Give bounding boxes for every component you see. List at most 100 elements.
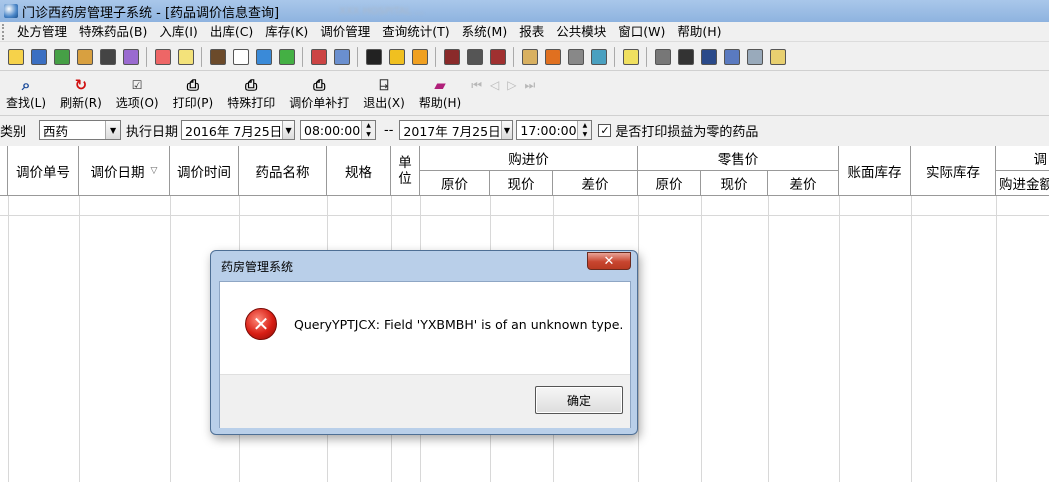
quick-icon[interactable] xyxy=(8,48,24,65)
quick-icon[interactable] xyxy=(655,48,671,65)
start-time-value: 08:00:00 xyxy=(304,122,361,138)
ok-button[interactable]: 确定 xyxy=(535,386,623,414)
menu-system[interactable]: 系统(M) xyxy=(456,22,514,42)
quick-icon[interactable] xyxy=(724,48,740,65)
col-header-retail-current[interactable]: 现价 xyxy=(701,171,768,196)
quick-icon[interactable] xyxy=(233,48,249,65)
quick-icon[interactable] xyxy=(522,48,538,65)
quick-icon[interactable] xyxy=(366,48,382,65)
menu-special-drugs[interactable]: 特殊药品(B) xyxy=(73,22,153,42)
col-header-adjust-group[interactable]: 调 xyxy=(996,146,1049,171)
quick-icon[interactable] xyxy=(77,48,93,65)
col-header-adjust-no[interactable]: 调价单号 xyxy=(8,146,79,196)
quick-icon[interactable] xyxy=(311,48,327,65)
quick-icon[interactable] xyxy=(100,48,116,65)
col-header-id[interactable] xyxy=(0,146,8,196)
menu-reports[interactable]: 报表 xyxy=(513,22,550,42)
quick-icon[interactable] xyxy=(389,48,405,65)
col-header-retail-diff[interactable]: 差价 xyxy=(768,171,839,196)
col-header-purchase-price[interactable]: 购进价 xyxy=(420,146,638,171)
quick-icon[interactable] xyxy=(155,48,171,65)
toolbar-separator xyxy=(646,46,647,67)
find-button[interactable]: ⌕ 查找(L) xyxy=(6,76,46,115)
refresh-button[interactable]: ↻ 刷新(R) xyxy=(60,76,102,115)
prev-record-icon[interactable]: ◁ xyxy=(490,78,499,93)
menu-inbound[interactable]: 入库(I) xyxy=(153,22,203,42)
menu-bar: 处方管理 特殊药品(B) 入库(I) 出库(C) 库存(K) 调价管理 查询统计… xyxy=(0,22,1049,42)
start-date-picker[interactable]: 2016年 7月25日 ▼ xyxy=(181,120,296,140)
quick-icon[interactable] xyxy=(123,48,139,65)
quick-icon[interactable] xyxy=(770,48,786,65)
category-select[interactable]: 西药 ▼ xyxy=(39,120,122,140)
quick-icon[interactable] xyxy=(490,48,506,65)
dialog-body: ✕ QueryYPTJCX: Field 'YXBMBH' is of an u… xyxy=(219,281,631,428)
col-header-actual-stock[interactable]: 实际库存 xyxy=(911,146,996,196)
quick-icon[interactable] xyxy=(334,48,350,65)
quick-icon[interactable] xyxy=(31,48,47,65)
end-time-field[interactable]: 17:00:00 ▲ ▼ xyxy=(516,120,593,140)
reprint-adjustment-label: 调价单补打 xyxy=(289,96,350,110)
col-header-adjust-date[interactable]: 调价日期 ▽ xyxy=(79,146,170,196)
record-navigator: ⏮ ◁ ▷ ⏭ xyxy=(471,78,535,115)
menu-common[interactable]: 公共模块 xyxy=(550,22,612,42)
sort-down-icon[interactable]: ▽ xyxy=(151,166,158,176)
quick-icon[interactable] xyxy=(178,48,194,65)
quick-icon[interactable] xyxy=(623,48,639,65)
col-header-purchase-original[interactable]: 原价 xyxy=(420,171,490,196)
grid-row-divider xyxy=(0,215,1049,216)
menu-window[interactable]: 窗口(W) xyxy=(612,22,671,42)
quick-icon[interactable] xyxy=(467,48,483,65)
quick-icon[interactable] xyxy=(591,48,607,65)
chevron-down-icon[interactable]: ▼ xyxy=(105,121,121,139)
quick-icon[interactable] xyxy=(256,48,272,65)
menu-query-stats[interactable]: 查询统计(T) xyxy=(376,22,455,42)
start-time-field[interactable]: 08:00:00 ▲ ▼ xyxy=(300,120,377,140)
toolbar-separator xyxy=(201,46,202,67)
col-header-purchase-current[interactable]: 现价 xyxy=(490,171,553,196)
col-header-purchase-diff[interactable]: 差价 xyxy=(553,171,638,196)
chevron-down-icon[interactable]: ▼ xyxy=(500,121,513,139)
quick-icon[interactable] xyxy=(412,48,428,65)
col-header-book-stock[interactable]: 账面库存 xyxy=(839,146,911,196)
quick-icon[interactable] xyxy=(568,48,584,65)
menu-help[interactable]: 帮助(H) xyxy=(671,22,727,42)
col-header-purchase-amount[interactable]: 购进金额 xyxy=(996,171,1049,196)
col-header-unit[interactable]: 单位 xyxy=(391,146,420,196)
help-button[interactable]: ▰ 帮助(H) xyxy=(419,76,461,115)
quick-icon[interactable] xyxy=(279,48,295,65)
quick-icon[interactable] xyxy=(54,48,70,65)
col-header-retail-original[interactable]: 原价 xyxy=(638,171,701,196)
quick-icon[interactable] xyxy=(545,48,561,65)
chevron-down-icon[interactable]: ▼ xyxy=(282,121,295,139)
print-button[interactable]: ⎙ 打印(P) xyxy=(173,76,214,115)
quick-icon[interactable] xyxy=(678,48,694,65)
col-header-drug-name[interactable]: 药品名称 xyxy=(239,146,327,196)
first-record-icon[interactable]: ⏮ xyxy=(471,78,482,93)
col-header-retail-price[interactable]: 零售价 xyxy=(638,146,839,171)
print-zero-checkbox[interactable]: ✓ xyxy=(598,123,612,137)
quick-icon[interactable] xyxy=(747,48,763,65)
quick-icon[interactable] xyxy=(210,48,226,65)
quick-icon[interactable] xyxy=(444,48,460,65)
special-print-button[interactable]: ⎙ 特殊打印 xyxy=(227,76,275,115)
grid-col-divider xyxy=(170,196,171,482)
menu-price-adjust[interactable]: 调价管理 xyxy=(314,22,376,42)
menu-prescription[interactable]: 处方管理 xyxy=(11,22,73,42)
next-record-icon[interactable]: ▷ xyxy=(507,78,516,93)
menu-outbound[interactable]: 出库(C) xyxy=(204,22,259,42)
find-label: 查找(L) xyxy=(6,96,47,110)
close-button[interactable]: ✕ xyxy=(587,252,631,270)
end-date-picker[interactable]: 2017年 7月25日 ▼ xyxy=(399,120,514,140)
time-spinner-icon[interactable]: ▲ ▼ xyxy=(577,121,592,139)
col-header-adjust-time[interactable]: 调价时间 xyxy=(170,146,239,196)
exit-button[interactable]: ⍈ 退出(X) xyxy=(363,76,405,115)
options-button[interactable]: ☑ 选项(O) xyxy=(116,76,159,115)
col-header-spec[interactable]: 规格 xyxy=(327,146,391,196)
action-toolbar: ⌕ 查找(L) ↻ 刷新(R) ☑ 选项(O) ⎙ 打印(P) ⎙ 特殊打印 ⎙… xyxy=(0,72,1049,116)
time-spinner-icon[interactable]: ▲ ▼ xyxy=(361,121,376,139)
printer-icon: ⎙ xyxy=(245,76,258,94)
menu-inventory[interactable]: 库存(K) xyxy=(259,22,314,42)
reprint-adjustment-button[interactable]: ⎙ 调价单补打 xyxy=(289,76,349,115)
last-record-icon[interactable]: ⏭ xyxy=(524,78,535,93)
quick-icon[interactable] xyxy=(701,48,717,65)
